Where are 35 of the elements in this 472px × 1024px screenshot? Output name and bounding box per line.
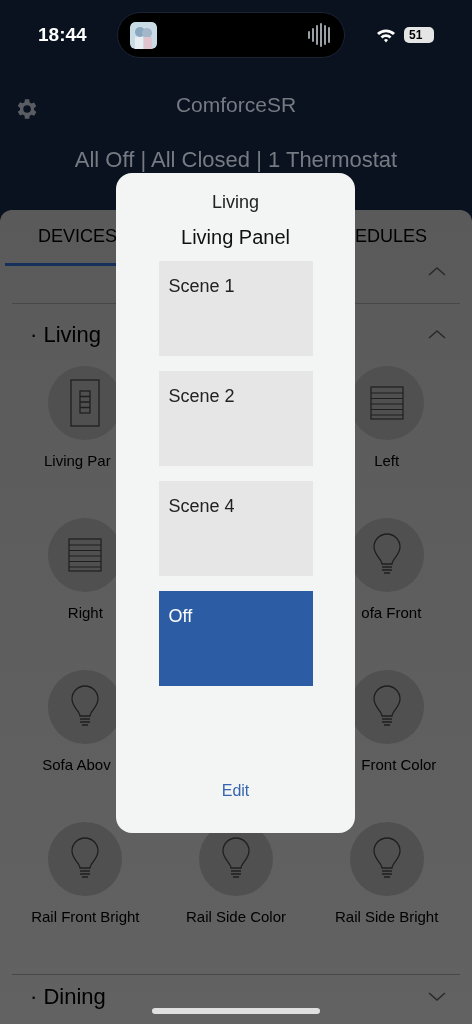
section-title[interactable]: · Living (30, 317, 101, 351)
light-bulb-icon (372, 685, 401, 729)
device-label: Sofa Abov (42, 755, 111, 775)
scene-button[interactable]: Scene 2 (158, 371, 313, 466)
dialog-subtitle: Living Panel (181, 225, 290, 250)
status-summary: All Off | All Closed | 1 Thermostat (74, 147, 398, 173)
dialog-title: Living (212, 191, 259, 214)
device-label: Rail Side Bright (334, 907, 439, 927)
caret-up-icon (428, 266, 446, 276)
shade-icon (68, 538, 103, 572)
device-label: ofa Front (361, 603, 422, 623)
app-title: ComforceSR (175, 92, 297, 119)
device-label: Front Color (361, 755, 437, 775)
wall-panel-icon (70, 379, 101, 427)
scene-button[interactable]: Scene 4 (158, 481, 313, 576)
scene-button[interactable]: Scene 1 (158, 261, 313, 356)
device-label: Right (67, 603, 103, 623)
device-label: Left (374, 451, 400, 471)
shade-icon (369, 386, 404, 420)
wifi-icon (376, 27, 396, 43)
section-title[interactable]: · Dining (30, 980, 106, 1013)
device-label: Rail Front Bright (31, 907, 140, 927)
device-label: Living Par (43, 451, 111, 471)
light-bulb-icon (222, 837, 250, 881)
edit-link[interactable]: Edit (221, 779, 250, 803)
tab[interactable]: EDULES (354, 210, 427, 266)
scene-button[interactable]: Off (158, 591, 313, 686)
waveform-icon (308, 23, 333, 47)
light-bulb-icon (372, 533, 401, 577)
light-bulb-icon (71, 837, 100, 881)
battery-level: 51 (404, 27, 434, 43)
light-bulb-icon (372, 837, 401, 881)
clock-time: 18:44 (38, 22, 87, 47)
device-label: Rail Side Color (185, 907, 286, 927)
light-bulb-icon (71, 685, 100, 729)
